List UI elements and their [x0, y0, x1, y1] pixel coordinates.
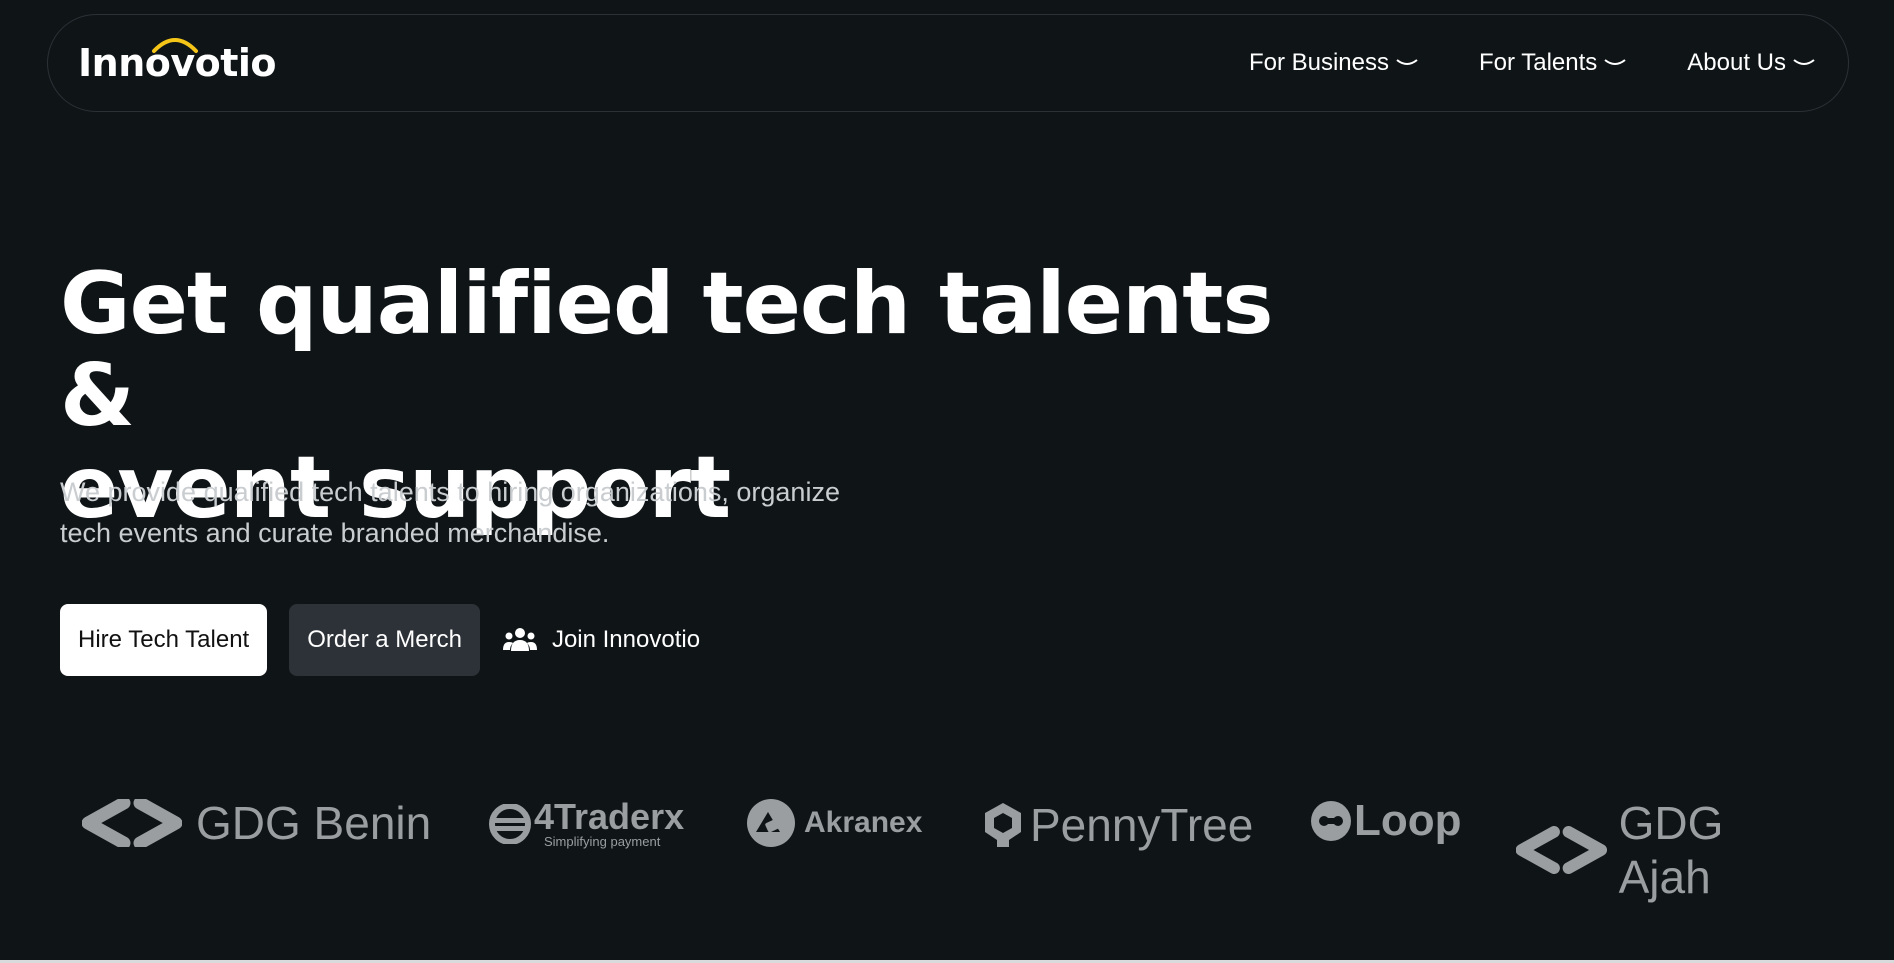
nav-for-talents[interactable]: For Talents — [1479, 49, 1627, 77]
partner-4traderx: 4Traderx Simplifying payment — [488, 796, 685, 850]
nav-menu: For Business For Talents About Us — [1249, 49, 1816, 77]
chevron-down-icon — [1793, 59, 1815, 65]
order-merch-button[interactable]: Order a Merch — [289, 604, 480, 676]
nav-about-us[interactable]: About Us — [1687, 49, 1816, 77]
nav-label: For Talents — [1479, 49, 1598, 76]
chevron-down-icon — [1604, 59, 1626, 65]
chevron-down-icon — [1396, 59, 1418, 65]
traderx-icon — [489, 804, 531, 844]
partner-logos: GDG Benin 4Traderx Simplifying payment A… — [82, 790, 1814, 903]
traderx-text: 4Traderx Simplifying payment — [534, 796, 685, 850]
nav-label: For Business — [1248, 49, 1389, 76]
cta-row: Hire Tech Talent Order a Merch Join Inno… — [60, 604, 700, 676]
partner-name: GDG Ajah — [1618, 797, 1724, 903]
partner-name: PennyTree — [1030, 799, 1254, 851]
hero-description-line2: tech events and curate branded merchandi… — [60, 518, 610, 548]
partner-akranex: Akranex — [746, 798, 922, 848]
partner-name: GDG Benin — [196, 797, 432, 849]
join-label: Join Innovotio — [551, 626, 701, 653]
partner-tagline: Simplifying payment — [544, 834, 661, 849]
people-group-icon — [502, 628, 537, 651]
pennytree-icon — [985, 803, 1021, 847]
partner-name: Akranex — [804, 806, 923, 839]
gdg-chevrons-icon — [82, 799, 182, 847]
nav-label: About Us — [1687, 49, 1786, 76]
hire-tech-talent-button[interactable]: Hire Tech Talent — [60, 604, 268, 676]
akranex-icon — [747, 799, 795, 847]
partner-name: Loop — [1354, 796, 1462, 845]
partner-gdg-ajah: GDG Ajah — [1516, 796, 1814, 904]
navbar: Innovotio For Business For Talents About… — [47, 14, 1849, 112]
hero-description: We provide qualified tech talents to hir… — [60, 472, 940, 554]
nav-for-business[interactable]: For Business — [1249, 49, 1419, 77]
partner-loop: Loop — [1310, 796, 1462, 846]
loop-icon — [1311, 801, 1351, 841]
partner-name: 4Traderx — [534, 796, 685, 837]
hero-description-line1: We provide qualified tech talents to hir… — [60, 477, 840, 507]
gdg-chevrons-icon — [1516, 826, 1607, 874]
join-innovotio-button[interactable]: Join Innovotio — [502, 604, 700, 676]
partner-pennytree: PennyTree — [982, 798, 1253, 852]
hero-title-line1: Get qualified tech talents & — [60, 254, 1274, 446]
innovotio-logo[interactable]: Innovotio — [78, 33, 277, 93]
partner-gdg-benin: GDG Benin — [82, 796, 431, 850]
page: Innovotio For Business For Talents About… — [0, 0, 1894, 963]
logo-arc-icon — [152, 38, 198, 53]
